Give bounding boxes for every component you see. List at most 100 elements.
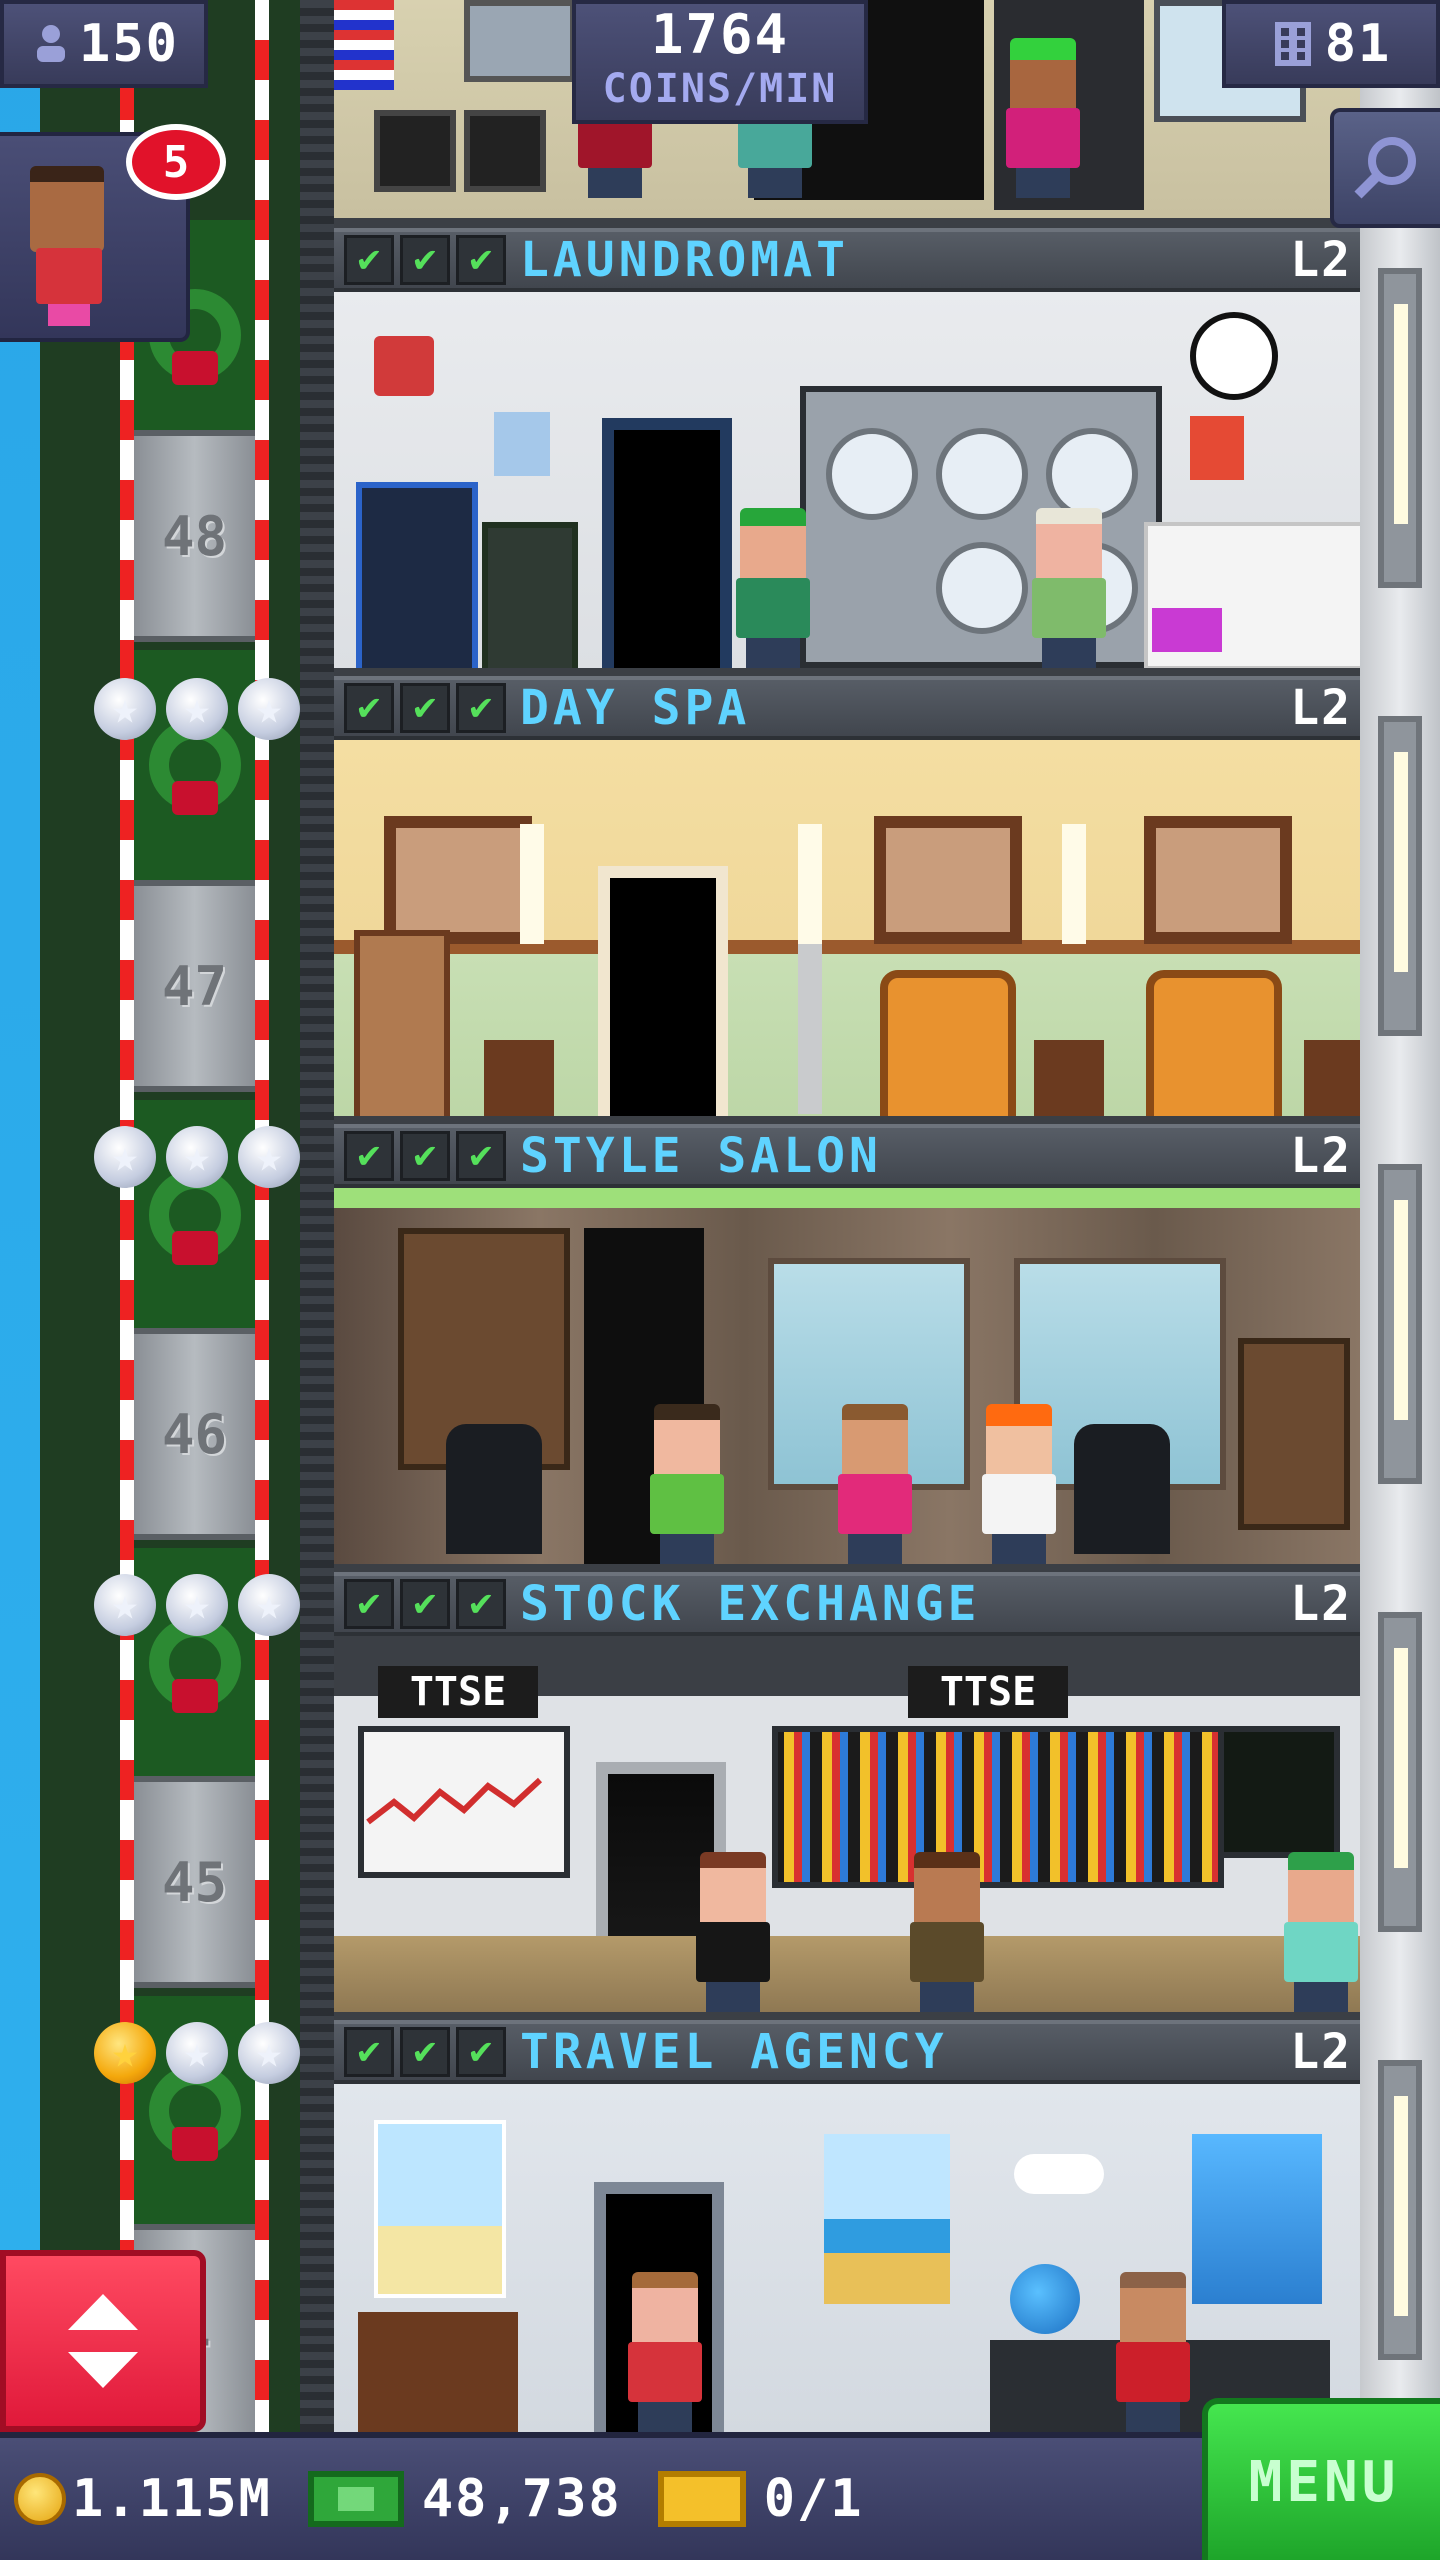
person-green-hat[interactable] [1280,1852,1360,2012]
floor-header: ✔ ✔ ✔ STYLE SALON L2 [334,1124,1360,1188]
notice-paper [1190,416,1244,480]
check-icon: ✔ [400,1131,450,1181]
framed-picture [384,816,532,944]
chair [464,110,546,192]
tickets-display[interactable]: 0/1 [657,2469,864,2529]
floor-level: L2 [1290,232,1352,288]
person-trader-brown[interactable] [906,1852,988,2012]
check-icon: ✔ [344,1579,394,1629]
floor-level: L2 [1290,1128,1352,1184]
floor-name: TRAVEL AGENCY [520,2024,948,2080]
person-green-cap[interactable] [732,508,814,668]
room-door [598,866,728,1116]
person-pink-shirt[interactable] [834,1404,916,1564]
coins-display[interactable]: 1.115M [14,2469,272,2529]
room-travel-agency [334,2084,1360,2432]
plant-stand [484,1040,554,1116]
coins-per-min-panel: 1764 COINS/MIN [572,0,868,124]
floor-header: ✔ ✔ ✔ TRAVEL AGENCY L2 [334,2020,1360,2084]
population-icon [37,25,66,62]
person-glasses-red[interactable] [624,2272,706,2432]
check-icon: ✔ [400,2027,450,2077]
visitor-count-badge[interactable]: 5 [126,124,226,200]
check-icon: ✔ [344,683,394,733]
vending-machine [356,482,478,668]
search-icon [1354,137,1416,199]
window-panel [1378,268,1422,588]
check-icon: ✔ [456,1579,506,1629]
framed-picture [1144,816,1292,944]
bux-icon [307,2471,404,2527]
floor-name: STOCK EXCHANGE [520,1576,981,1632]
check-icon: ✔ [456,683,506,733]
population-counter[interactable]: 150 [0,0,208,88]
change-machine [482,522,578,668]
person-green-hair[interactable] [1002,38,1084,198]
shaft-floor-cell[interactable]: 48 [134,430,255,642]
shaft-floor-cell[interactable]: 46 [134,1328,255,1540]
person-orange-hair[interactable] [978,1404,1060,1564]
check-icon: ✔ [344,2027,394,2077]
salon-chair [446,1424,542,1554]
room-day-spa [334,740,1360,1126]
ttse-sign-right: TTSE [908,1666,1068,1718]
check-icon: ✔ [456,235,506,285]
search-button[interactable] [1330,108,1440,228]
clock-icon [1190,312,1278,400]
brochure-rack [358,2312,518,2432]
floor-counter[interactable]: 81 [1222,0,1440,88]
person-travel-agent[interactable] [1112,2272,1194,2432]
avatar-legs [48,304,90,326]
window-panel [1378,2060,1422,2360]
floor-lamp [798,824,822,1114]
floor-count-value: 81 [1324,14,1392,74]
floor-name: DAY SPA [520,680,751,736]
person-glasses-green[interactable] [646,1404,728,1564]
elevator-arrows-icon [68,2294,138,2388]
check-icon: ✔ [400,1579,450,1629]
window-panel [1378,716,1422,1036]
star-icon: ★ [166,1126,228,1188]
room-laundromat [334,292,1360,678]
tickets-value: 0/1 [763,2469,864,2529]
star-icon: ★ [238,1126,300,1188]
bux-display[interactable]: 48,738 [307,2469,622,2529]
population-value: 150 [79,14,179,74]
check-icon: ✔ [344,235,394,285]
star-icon: ★ [94,2022,156,2084]
person-elderly[interactable] [1028,508,1110,668]
menu-button[interactable]: MENU [1202,2398,1440,2560]
elevator-track [300,0,334,2450]
model-airplane [1014,2154,1104,2194]
elevator-button[interactable] [0,2250,206,2432]
floor-level: L2 [1290,2024,1352,2080]
avatar-body [36,248,102,304]
stock-chart-board [358,1726,570,1878]
shaft-floor-cell[interactable]: 47 [134,880,255,1092]
island-poster [824,2134,950,2304]
spa-chair [1146,970,1282,1116]
star-icon: ★ [94,678,156,740]
floor-header: ✔ ✔ ✔ DAY SPA L2 [334,676,1360,740]
floors-icon [1274,22,1311,66]
green-monitor [1218,1726,1340,1858]
room-stock-exchange: TTSE TTSE [334,1636,1360,2022]
salon-chair [1074,1424,1170,1554]
room-door [602,418,732,668]
window-panel [1378,1612,1422,1932]
shelf-unit [1238,1338,1350,1530]
star-icon: ★ [238,1574,300,1636]
notice-paper [494,412,550,476]
shaft-floor-cell[interactable]: 45 [134,1776,255,1988]
bux-value: 48,738 [421,2469,622,2529]
spa-chair [880,970,1016,1116]
person-suit-sunglasses[interactable] [692,1852,774,2012]
globe [1010,2264,1080,2334]
coins-per-min-value: 1764 [650,3,790,66]
star-icon: ★ [166,678,228,740]
shaft-floor-number: 45 [161,1850,228,1914]
chair [374,110,456,192]
no-smoking-sign [374,336,434,396]
star-icon: ★ [238,2022,300,2084]
floor-lamp [1062,824,1086,944]
